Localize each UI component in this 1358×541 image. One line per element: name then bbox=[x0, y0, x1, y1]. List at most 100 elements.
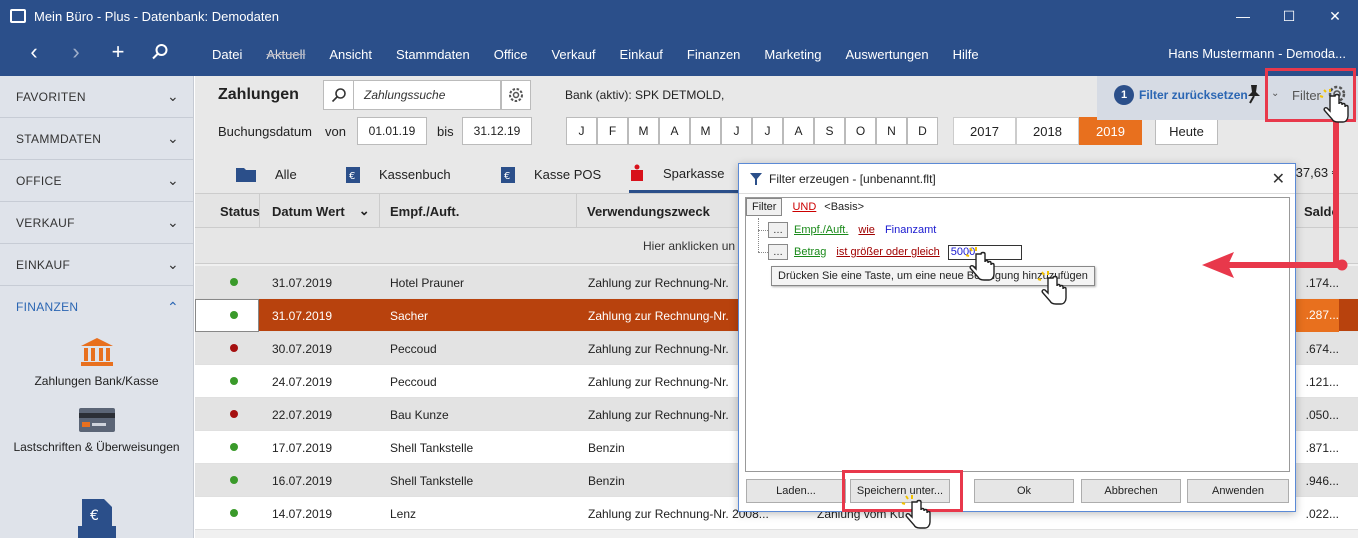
month-button[interactable]: A bbox=[783, 117, 814, 145]
menu-finanzen[interactable]: Finanzen bbox=[687, 47, 740, 62]
menu-office[interactable]: Office bbox=[494, 47, 528, 62]
euro-book-icon: € bbox=[346, 166, 360, 183]
dialog-title-bar: Filter erzeugen - [unbenannt.flt] bbox=[739, 164, 1295, 194]
condition-options-button[interactable]: … bbox=[768, 222, 788, 238]
menu-ansicht[interactable]: Ansicht bbox=[329, 47, 372, 62]
annotation-dot bbox=[1336, 259, 1348, 271]
from-date-input[interactable]: 01.01.19 bbox=[357, 117, 427, 145]
condition-1-field[interactable]: Empf./Auft. bbox=[794, 224, 848, 236]
load-button[interactable]: Laden... bbox=[746, 479, 846, 503]
pin-icon[interactable] bbox=[1244, 84, 1262, 107]
maximize-button[interactable]: ☐ bbox=[1266, 0, 1312, 32]
month-button[interactable]: O bbox=[845, 117, 876, 145]
month-button[interactable]: S bbox=[814, 117, 845, 145]
filter-root-button[interactable]: Filter bbox=[746, 198, 783, 216]
column-empf-auft[interactable]: Empf./Auft. bbox=[380, 194, 577, 228]
sidebar: FAVORITEN ⌄ STAMMDATEN ⌄ OFFICE ⌄ VERKAUF ⌄ … bbox=[0, 76, 194, 538]
search-icon bbox=[152, 44, 168, 60]
euro-book-icon: € bbox=[501, 166, 515, 183]
ok-button[interactable]: Ok bbox=[974, 479, 1074, 503]
bank-icon bbox=[80, 338, 113, 366]
menu-hilfe[interactable]: Hilfe bbox=[953, 47, 979, 62]
condition-2-operator[interactable]: ist größer oder gleich bbox=[836, 246, 939, 258]
credit-card-icon bbox=[78, 408, 115, 432]
filter-tree[interactable]: Filter UND <Basis> … Empf./Auft. wie Fin… bbox=[745, 197, 1290, 472]
month-button[interactable]: J bbox=[566, 117, 597, 145]
sidebar-section-verkauf[interactable]: VERKAUF ⌄ bbox=[0, 202, 193, 244]
minimize-button[interactable]: — bbox=[1220, 0, 1266, 32]
search-button[interactable] bbox=[140, 32, 180, 72]
condition-1-value[interactable]: Finanzamt bbox=[885, 224, 936, 236]
month-button[interactable]: M bbox=[690, 117, 721, 145]
folder-icon bbox=[236, 168, 256, 182]
status-green-icon bbox=[230, 476, 238, 484]
filter-reset-link[interactable]: Filter zurücksetzen bbox=[1139, 88, 1248, 102]
menu-einkauf[interactable]: Einkauf bbox=[620, 47, 663, 62]
column-saldo[interactable]: Saldo bbox=[1293, 194, 1358, 228]
hand-cursor-icon bbox=[1037, 271, 1067, 305]
annotation-arrow bbox=[1333, 122, 1339, 268]
sidebar-item-zahlungen[interactable]: Zahlungen Bank/Kasse bbox=[0, 336, 193, 388]
month-button[interactable]: J bbox=[752, 117, 783, 145]
menu-stammdaten[interactable]: Stammdaten bbox=[396, 47, 470, 62]
month-button[interactable]: F bbox=[597, 117, 628, 145]
title-bar: Mein Büro - Plus - Datenbank: Demodaten bbox=[0, 0, 1358, 32]
filter-icon bbox=[750, 172, 762, 185]
cancel-button[interactable]: Abbrechen bbox=[1081, 479, 1181, 503]
filter-dialog: Filter erzeugen - [unbenannt.flt] ✕ Filt… bbox=[738, 163, 1296, 512]
apply-button[interactable]: Anwenden bbox=[1187, 479, 1289, 503]
condition-1[interactable]: … Empf./Auft. wie Finanzamt bbox=[768, 222, 936, 238]
menu-aktuell[interactable]: Aktuell bbox=[266, 47, 305, 62]
year-2019-button[interactable]: 2019 bbox=[1079, 117, 1142, 145]
operator-und[interactable]: UND bbox=[792, 201, 816, 213]
menu-datei[interactable]: Datei bbox=[212, 47, 242, 62]
to-date-input[interactable]: 31.12.19 bbox=[462, 117, 532, 145]
status-green-icon bbox=[230, 377, 238, 385]
sidebar-section-favoriten[interactable]: FAVORITEN ⌄ bbox=[0, 76, 193, 118]
nav-bar: ‹ › + Datei Aktuell Ansicht Stammdaten O… bbox=[0, 32, 1358, 76]
month-button[interactable]: D bbox=[907, 117, 938, 145]
close-button[interactable]: ✕ bbox=[1312, 0, 1358, 32]
sidebar-section-stammdaten[interactable]: STAMMDATEN ⌄ bbox=[0, 118, 193, 160]
condition-1-operator[interactable]: wie bbox=[858, 224, 875, 236]
tab-kasse-pos[interactable]: € Kasse POS bbox=[500, 156, 601, 193]
year-2017-button[interactable]: 2017 bbox=[953, 117, 1016, 145]
from-label: von bbox=[325, 124, 346, 139]
today-button[interactable]: Heute bbox=[1155, 117, 1218, 145]
month-button[interactable]: N bbox=[876, 117, 907, 145]
month-button[interactable]: A bbox=[659, 117, 690, 145]
chevron-down-icon: ⌄ bbox=[358, 203, 370, 218]
sidebar-item-lastschriften[interactable]: Lastschriften & Überweisungen bbox=[0, 406, 193, 454]
chevron-up-icon: ⌃ bbox=[166, 298, 179, 315]
tab-alle[interactable]: Alle bbox=[235, 156, 297, 193]
status-green-icon bbox=[230, 443, 238, 451]
column-verwendungszweck[interactable]: Verwendungszweck bbox=[577, 194, 747, 228]
search-input[interactable]: Zahlungssuche bbox=[364, 88, 445, 102]
column-datum-wert[interactable]: Datum Wert ⌄ bbox=[260, 194, 380, 228]
menu-marketing[interactable]: Marketing bbox=[764, 47, 821, 62]
menu-auswertungen[interactable]: Auswertungen bbox=[845, 47, 928, 62]
condition-options-button[interactable]: … bbox=[768, 244, 788, 260]
menu-verkauf[interactable]: Verkauf bbox=[551, 47, 595, 62]
tab-kassenbuch[interactable]: € Kassenbuch bbox=[345, 156, 451, 193]
search-settings-button[interactable] bbox=[501, 80, 531, 110]
euro-document-icon: € bbox=[78, 498, 116, 541]
sidebar-section-office[interactable]: OFFICE ⌄ bbox=[0, 160, 193, 202]
month-button[interactable]: J bbox=[721, 117, 752, 145]
condition-2-field[interactable]: Betrag bbox=[794, 246, 826, 258]
search-box[interactable]: Zahlungssuche bbox=[323, 80, 501, 110]
search-icon[interactable] bbox=[324, 81, 354, 109]
dialog-close-button[interactable]: ✕ bbox=[1272, 169, 1285, 189]
sidebar-section-einkauf[interactable]: EINKAUF ⌄ bbox=[0, 244, 193, 286]
column-status[interactable]: Status bbox=[195, 194, 260, 228]
sidebar-section-finanzen[interactable]: FINANZEN ⌃ bbox=[0, 286, 193, 328]
month-button[interactable]: M bbox=[628, 117, 659, 145]
active-bank: Bank (aktiv): SPK DETMOLD, bbox=[565, 88, 725, 102]
forward-button[interactable]: › bbox=[56, 32, 96, 72]
add-button[interactable]: + bbox=[98, 32, 138, 72]
year-2018-button[interactable]: 2018 bbox=[1016, 117, 1079, 145]
tab-sparkasse[interactable]: Sparkasse bbox=[629, 156, 739, 193]
user-name[interactable]: Hans Mustermann - Demoda... bbox=[1168, 46, 1346, 61]
partial-balance: 37,63 € bbox=[1295, 165, 1339, 180]
back-button[interactable]: ‹ bbox=[14, 32, 54, 72]
